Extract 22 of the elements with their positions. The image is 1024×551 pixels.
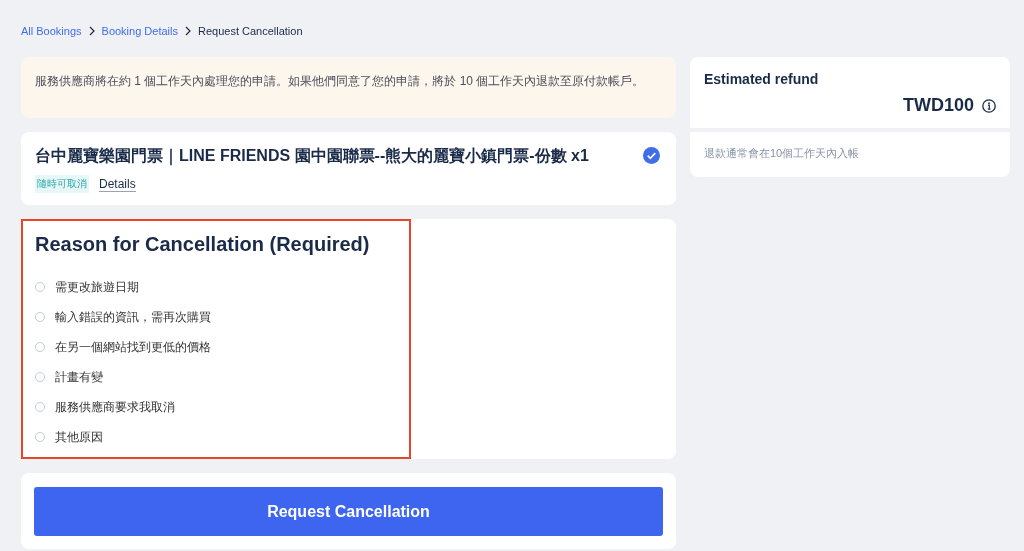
request-cancellation-button[interactable]: Request Cancellation (34, 487, 663, 536)
chevron-icon (184, 26, 192, 36)
info-icon[interactable] (982, 98, 996, 113)
breadcrumb-current: Request Cancellation (198, 25, 303, 37)
details-link[interactable]: Details (99, 176, 136, 192)
breadcrumb-link[interactable]: All Bookings (21, 25, 82, 37)
refund-amount: TWD100 (903, 95, 974, 116)
check-icon[interactable] (643, 147, 660, 164)
cancel-tag: 隨時可取消 (35, 175, 89, 193)
section-title: Reason for Cancellation (Required) (35, 233, 371, 256)
product-title: 台中麗寶樂園門票｜LINE FRIENDS 園中園聯票--熊大的麗寶小鎮門票-份數 x1 (35, 146, 590, 167)
reason-option[interactable]: 服務供應商要求我取消 (35, 392, 175, 422)
reason-option[interactable]: 計畫有變 (35, 362, 103, 392)
chevron-icon (87, 26, 96, 36)
refund-note: 退款通常會在10個工作天內入帳 (703, 146, 861, 161)
breadcrumb-link[interactable]: Booking Details (101, 25, 178, 37)
notice-banner: 服務供應商將在約 1 個工作天內處理您的申請。如果他們同意了您的申請，將於 10 個工作天內退款至原付款帳戶。 (21, 57, 676, 118)
reason-option[interactable]: 在另一個網站找到更低的價格 (35, 332, 211, 362)
reason-option[interactable]: 需更改旅遊日期 (35, 272, 139, 302)
refund-title: Estimated refund (704, 71, 820, 87)
reason-option[interactable]: 輸入錯誤的資訊，需再次購買 (35, 302, 211, 332)
reason-option[interactable]: 其他原因 (35, 422, 103, 452)
